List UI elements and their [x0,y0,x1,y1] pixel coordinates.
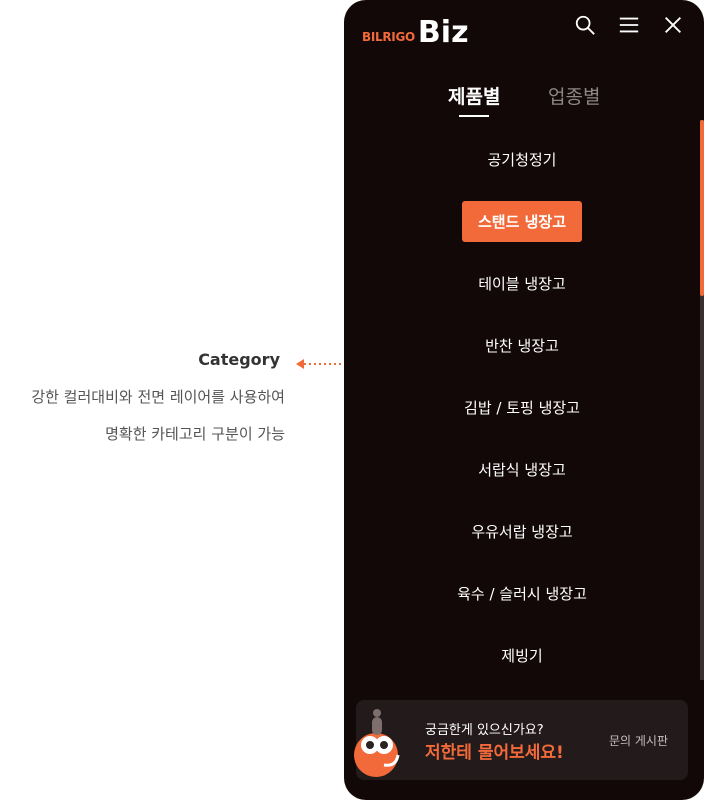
inquiry-banner[interactable]: 궁금한게 있으신가요? 저한테 물어보세요! 문의 게시판 [354,700,688,780]
menu-item-side-dish-refrigerator[interactable]: 반찬 냉장고 [344,324,700,366]
inquiry-board-link[interactable]: 문의 게시판 [609,732,668,749]
brand-logo[interactable]: BILRIGO Biz [362,14,469,48]
logo-text-big: Biz [417,15,469,50]
banner-cta: 저한테 물어보세요! [425,743,564,763]
category-tabs: 제품별 업종별 [344,82,704,122]
menu-item-milk-drawer-refrigerator[interactable]: 우유서랍 냉장고 [344,510,700,552]
tab-product[interactable]: 제품별 [448,82,500,109]
scrollbar-thumb[interactable] [700,120,704,296]
annotation-description-line1: 강한 컬러대비와 전면 레이어를 사용하여 [31,388,285,406]
tab-active-indicator [459,115,489,117]
menu-item-label: 공기청정기 [487,150,557,169]
annotation-title: Category [198,350,280,369]
menu-item-label: 서랍식 냉장고 [478,460,566,479]
menu-item-label: 제빙기 [501,646,543,665]
menu-item-label: 테이블 냉장고 [478,274,566,293]
tab-industry[interactable]: 업종별 [548,82,600,109]
annotation-description-line2: 명확한 카테고리 구분이 가능 [105,425,285,443]
header: BILRIGO Biz [344,0,704,60]
menu-item-drawer-refrigerator[interactable]: 서랍식 냉장고 [344,448,700,490]
menu-item-label: 육수 / 슬러시 냉장고 [457,584,587,603]
banner-question: 궁금한게 있으신가요? [425,723,544,738]
header-actions [574,14,684,36]
menu-item-label: 반찬 냉장고 [485,336,559,355]
menu-item-broth-slush-refrigerator[interactable]: 육수 / 슬러시 냉장고 [344,572,700,614]
menu-item-stand-refrigerator[interactable]: 스탠드 냉장고 [344,200,700,242]
menu-item-label: 스탠드 냉장고 [461,200,583,242]
menu-item-table-refrigerator[interactable]: 테이블 냉장고 [344,262,700,304]
menu-item-label: 우유서랍 냉장고 [471,522,573,541]
menu-item-air-purifier[interactable]: 공기청정기 [344,138,700,180]
search-icon[interactable] [574,14,596,36]
mascot-icon [354,709,400,777]
menu-icon[interactable] [618,14,640,36]
close-icon[interactable] [662,14,684,36]
logo-text-small: BILRIGO [362,30,415,44]
category-menu-panel: BILRIGO Biz 제품별 업종별 공기청정기 스탠드 냉장고 테이블 냉장… [344,0,704,800]
menu-item-kimbap-topping-refrigerator[interactable]: 김밥 / 토핑 냉장고 [344,386,700,428]
menu-item-ice-maker[interactable]: 제빙기 [344,634,700,676]
menu-item-label: 김밥 / 토핑 냉장고 [464,398,580,417]
